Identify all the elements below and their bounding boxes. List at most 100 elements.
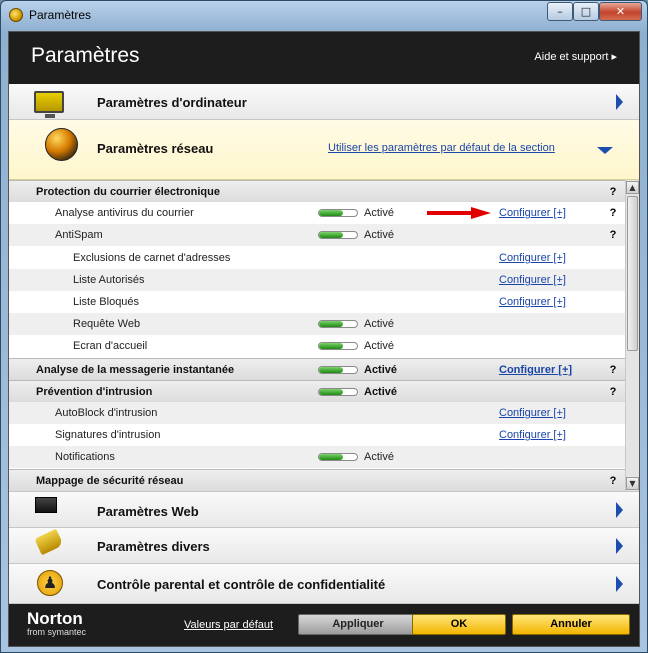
status-toggle[interactable] bbox=[318, 342, 358, 350]
window-title: Paramètres bbox=[29, 8, 92, 22]
toggle-fill bbox=[319, 454, 343, 460]
category-label: Paramètres Web bbox=[97, 504, 199, 519]
globe-icon bbox=[45, 128, 78, 161]
setting-label: AutoBlock d'intrusion bbox=[55, 407, 158, 419]
settings-scrollbar[interactable]: ▲ ▼ bbox=[625, 180, 639, 491]
help-icon[interactable]: ? bbox=[606, 228, 620, 242]
configure-link[interactable]: Configurer [+] bbox=[499, 407, 566, 419]
status-text: Activé bbox=[364, 318, 394, 330]
window-client-area: Paramètres Aide et support ▸ Paramètres … bbox=[8, 31, 640, 647]
status-text: Activé bbox=[364, 386, 398, 398]
setting-label: Notifications bbox=[55, 451, 115, 463]
logo-subtext: from symantec bbox=[27, 627, 87, 637]
settings-row: Requête Web Activé bbox=[9, 313, 625, 335]
status-toggle[interactable] bbox=[318, 366, 358, 374]
settings-row: Liste Autorisés Configurer [+] bbox=[9, 269, 625, 291]
setting-label: Liste Bloqués bbox=[73, 296, 140, 308]
restore-defaults-link[interactable]: Valeurs par défaut bbox=[184, 619, 273, 631]
chevron-right-icon[interactable] bbox=[616, 502, 623, 518]
close-button[interactable]: ✕ bbox=[599, 2, 642, 21]
setting-label: Protection du courrier électronique bbox=[36, 186, 220, 198]
settings-row: Exclusions de carnet d'adresses Configure… bbox=[9, 247, 625, 269]
chevron-down-icon[interactable] bbox=[597, 147, 613, 154]
norton-app-icon bbox=[9, 8, 23, 22]
footer-bar: Norton from symantec Valeurs par défaut … bbox=[9, 604, 639, 646]
scroll-thumb[interactable] bbox=[627, 196, 638, 351]
status-toggle[interactable] bbox=[318, 453, 358, 461]
tools-icon bbox=[34, 528, 64, 556]
category-label: Paramètres divers bbox=[97, 539, 210, 554]
help-icon[interactable]: ? bbox=[606, 363, 620, 377]
setting-label: Ecran d'accueil bbox=[73, 340, 148, 352]
ok-button[interactable]: OK bbox=[412, 614, 506, 635]
settings-row: Signatures d'intrusion Configurer [+] bbox=[9, 424, 625, 446]
help-icon[interactable]: ? bbox=[606, 185, 620, 199]
configure-link[interactable]: Configurer [+] bbox=[499, 296, 566, 308]
scroll-up-button[interactable]: ▲ bbox=[626, 181, 639, 194]
maximize-button[interactable]: □ bbox=[573, 2, 599, 21]
network-settings-list: Protection du courrier électronique? Anal… bbox=[9, 180, 625, 491]
header-bar: Paramètres Aide et support ▸ bbox=[9, 32, 639, 84]
category-network-settings[interactable]: Paramètres réseau Utiliser les paramètre… bbox=[9, 120, 639, 180]
settings-section-row: Mappage de sécurité réseau? bbox=[9, 469, 625, 491]
category-misc-settings[interactable]: Paramètres divers bbox=[9, 528, 639, 564]
configure-link[interactable]: Configurer [+] bbox=[499, 252, 566, 264]
status-text: Activé bbox=[364, 364, 398, 376]
setting-label: Mappage de sécurité réseau bbox=[36, 475, 184, 487]
setting-label: Analyse antivirus du courrier bbox=[55, 207, 194, 219]
category-computer-settings[interactable]: Paramètres d'ordinateur bbox=[9, 84, 639, 120]
category-parental-control[interactable]: ♟ Contrôle parental et contrôle de confi… bbox=[9, 564, 639, 604]
status-text: Activé bbox=[364, 207, 394, 219]
web-icon bbox=[35, 497, 57, 513]
cancel-button[interactable]: Annuler bbox=[512, 614, 630, 635]
settings-section-row: Prévention d'intrusion Activé? bbox=[9, 380, 625, 402]
configure-link[interactable]: Configurer [+] bbox=[499, 364, 572, 376]
configure-link[interactable]: Configurer [+] bbox=[499, 429, 566, 441]
use-default-settings-link[interactable]: Utiliser les paramètres par défaut de la… bbox=[328, 142, 555, 154]
settings-section-row: Analyse de la messagerie instantanée Acti… bbox=[9, 358, 625, 380]
norton-logo: Norton from symantec bbox=[27, 609, 86, 637]
status-toggle[interactable] bbox=[318, 388, 358, 396]
settings-row: Ecran d'accueil Activé bbox=[9, 335, 625, 357]
status-text: Activé bbox=[364, 451, 394, 463]
status-toggle[interactable] bbox=[318, 209, 358, 217]
setting-label: Analyse de la messagerie instantanée bbox=[36, 364, 235, 376]
chevron-right-icon[interactable] bbox=[616, 94, 623, 110]
red-arrow-icon bbox=[427, 207, 491, 219]
chevron-right-icon[interactable] bbox=[616, 538, 623, 554]
setting-label: Prévention d'intrusion bbox=[36, 386, 153, 398]
help-support-link[interactable]: Aide et support ▸ bbox=[534, 50, 617, 63]
configure-link[interactable]: Configurer [+] bbox=[499, 207, 566, 219]
help-icon[interactable]: ? bbox=[606, 474, 620, 488]
category-label: Paramètres réseau bbox=[97, 141, 214, 156]
monitor-icon bbox=[34, 91, 64, 118]
settings-row: Notifications Activé bbox=[9, 446, 625, 468]
settings-window: Paramètres – □ ✕ Paramètres Aide et supp… bbox=[0, 0, 648, 653]
chevron-right-icon[interactable] bbox=[616, 576, 623, 592]
configure-link[interactable]: Configurer [+] bbox=[499, 274, 566, 286]
setting-label: AntiSpam bbox=[55, 229, 103, 241]
setting-label: Requête Web bbox=[73, 318, 141, 330]
scroll-down-button[interactable]: ▼ bbox=[626, 477, 639, 490]
settings-section-row: Protection du courrier électronique? bbox=[9, 180, 625, 202]
setting-label: Exclusions de carnet d'adresses bbox=[73, 252, 231, 264]
status-toggle[interactable] bbox=[318, 231, 358, 239]
title-bar[interactable]: Paramètres – □ ✕ bbox=[1, 1, 647, 29]
logo-text: Norton bbox=[27, 609, 83, 628]
category-label: Paramètres d'ordinateur bbox=[97, 95, 247, 110]
parental-control-icon: ♟ bbox=[37, 570, 63, 596]
category-web-settings[interactable]: Paramètres Web bbox=[9, 491, 639, 528]
status-toggle[interactable] bbox=[318, 320, 358, 328]
toggle-fill bbox=[319, 321, 343, 327]
toggle-fill bbox=[319, 343, 343, 349]
settings-row: AntiSpam Activé? bbox=[9, 224, 625, 246]
toggle-fill bbox=[319, 389, 343, 395]
toggle-fill bbox=[319, 232, 343, 238]
arrow-shaft bbox=[427, 211, 473, 215]
apply-button[interactable]: Appliquer bbox=[298, 614, 418, 635]
help-icon[interactable]: ? bbox=[606, 385, 620, 399]
minimize-button[interactable]: – bbox=[547, 2, 573, 21]
help-icon[interactable]: ? bbox=[606, 206, 620, 220]
page-title: Paramètres bbox=[31, 44, 140, 67]
category-label: Contrôle parental et contrôle de confide… bbox=[97, 577, 386, 592]
